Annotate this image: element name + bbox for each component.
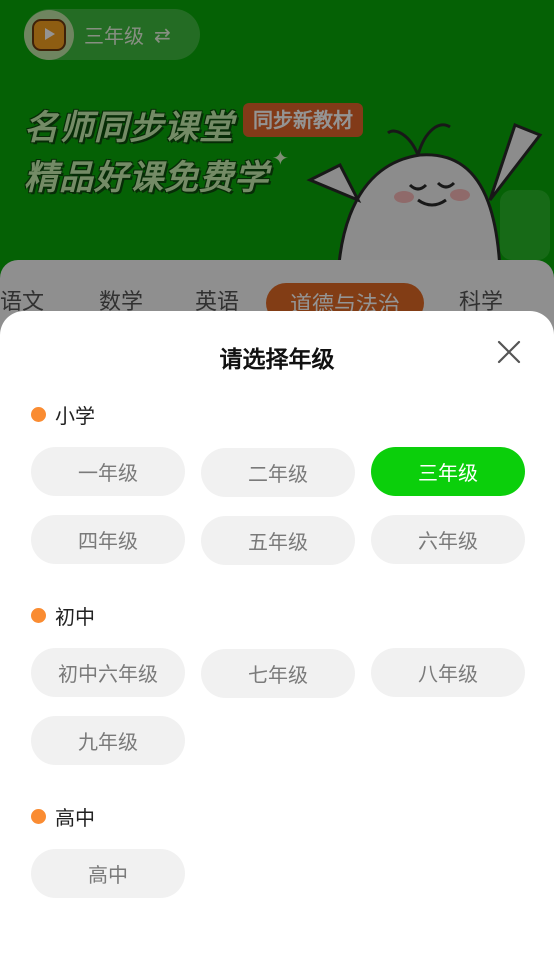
section-label: 高中	[55, 806, 95, 830]
grade-button-1[interactable]: 一年级	[31, 447, 185, 496]
section-dot-icon	[31, 608, 46, 623]
section-dot-icon	[31, 809, 46, 824]
section-label: 初中	[55, 605, 95, 629]
grade-button-8[interactable]: 八年级	[371, 648, 525, 697]
section-label: 小学	[55, 404, 95, 428]
grade-button-7[interactable]: 七年级	[201, 649, 355, 698]
grade-button-5[interactable]: 五年级	[201, 516, 355, 565]
grade-button-senior[interactable]: 高中	[31, 849, 185, 898]
grade-button-2[interactable]: 二年级	[201, 448, 355, 497]
close-icon[interactable]	[494, 337, 524, 367]
section-primary: 小学	[31, 400, 95, 429]
grade-button-6[interactable]: 六年级	[371, 515, 525, 564]
grade-button-junior-6[interactable]: 初中六年级	[31, 648, 185, 697]
grade-button-9[interactable]: 九年级	[31, 716, 185, 765]
section-senior: 高中	[31, 802, 95, 831]
sheet-title: 请选择年级	[219, 347, 335, 373]
section-junior: 初中	[31, 601, 95, 630]
grade-picker-sheet: 请选择年级 小学 一年级 二年级 三年级 四年级 五年级 六年级 初中 初中六年…	[0, 311, 554, 955]
section-dot-icon	[31, 407, 46, 422]
grade-button-4[interactable]: 四年级	[31, 515, 185, 564]
grade-button-3-selected[interactable]: 三年级	[371, 447, 525, 496]
